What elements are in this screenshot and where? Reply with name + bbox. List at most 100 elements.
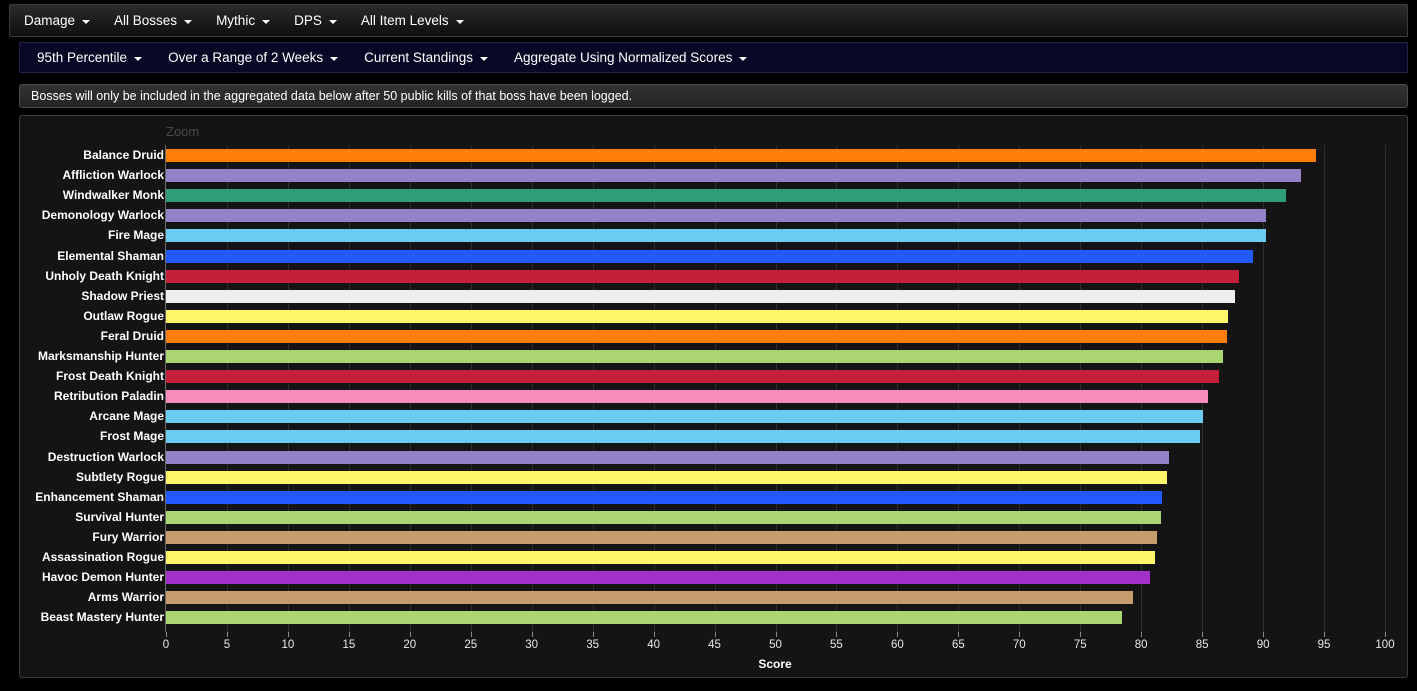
- nav-standings[interactable]: Current Standings: [351, 43, 501, 72]
- x-axis-tick-label: 90: [1256, 639, 1270, 651]
- x-axis-tick: [1324, 632, 1326, 637]
- chart-row: Balance Druid: [20, 146, 1407, 166]
- spec-bar[interactable]: [166, 591, 1133, 605]
- spec-bar[interactable]: [166, 450, 1170, 464]
- spec-bar[interactable]: [166, 229, 1266, 243]
- notice-banner: Bosses will only be included in the aggr…: [19, 84, 1408, 108]
- nav-metric-damage[interactable]: Damage: [10, 5, 102, 36]
- x-axis-tick-label: 10: [281, 639, 295, 651]
- spec-bar[interactable]: [166, 571, 1150, 585]
- spec-label: Unholy Death Knight: [45, 268, 164, 283]
- nav-item-label: Damage: [24, 13, 76, 28]
- spec-bar[interactable]: [166, 430, 1200, 444]
- x-axis-tick: [836, 632, 838, 637]
- spec-label: Arms Warrior: [87, 590, 164, 605]
- spec-label: Arcane Mage: [89, 409, 164, 424]
- spec-bar[interactable]: [166, 470, 1167, 484]
- chart-row: Beast Mastery Hunter: [20, 608, 1407, 628]
- spec-label: Enhancement Shaman: [35, 489, 164, 504]
- nav-item-label: Current Standings: [364, 50, 473, 65]
- chevron-down-icon: [739, 56, 748, 61]
- spec-label: Frost Death Knight: [56, 369, 164, 384]
- chart-row: Elemental Shaman: [20, 247, 1407, 267]
- x-axis-tick-label: 5: [223, 639, 231, 651]
- spec-bar[interactable]: [166, 490, 1162, 504]
- spec-bar[interactable]: [166, 309, 1228, 323]
- chart-row: Enhancement Shaman: [20, 488, 1407, 508]
- nav-difficulty[interactable]: Mythic: [204, 5, 282, 36]
- spec-label: Fury Warrior: [92, 529, 164, 544]
- spec-bar[interactable]: [166, 149, 1316, 162]
- spec-bar[interactable]: [166, 390, 1209, 404]
- chevron-down-icon: [184, 19, 193, 24]
- x-axis-tick-label: 60: [890, 639, 904, 651]
- chevron-down-icon: [82, 19, 91, 24]
- bar-chart-plot: Score 0 5 10 15 20 25 30 35 40 45 50 55 60 65 70 75 80 85…: [20, 116, 1407, 677]
- spec-label: Affliction Warlock: [62, 168, 164, 183]
- x-axis-tick: [531, 632, 533, 637]
- x-axis-tick-label: 40: [647, 639, 660, 651]
- x-axis-tick: [1202, 632, 1204, 637]
- chart-row: Fire Mage: [20, 226, 1407, 246]
- x-axis-tick: [166, 632, 167, 637]
- spec-bar[interactable]: [166, 551, 1155, 564]
- spec-bar[interactable]: [166, 249, 1254, 263]
- spec-bar[interactable]: [166, 169, 1301, 183]
- nav-item-label: All Item Levels: [360, 13, 449, 28]
- spec-label: Destruction Warlock: [47, 449, 164, 464]
- chart-row: Demonology Warlock: [20, 206, 1407, 226]
- nav-item-level[interactable]: All Item Levels: [349, 5, 476, 36]
- spec-bar[interactable]: [166, 189, 1287, 203]
- spec-label: Survival Hunter: [75, 509, 164, 524]
- spec-label: Frost Mage: [99, 429, 164, 444]
- x-axis-tick-label: 50: [769, 639, 782, 651]
- spec-bar[interactable]: [166, 350, 1223, 363]
- x-axis-tick-label: 75: [1073, 639, 1087, 651]
- spec-label: Beast Mastery Hunter: [40, 610, 164, 625]
- nav-percentile[interactable]: 95th Percentile: [20, 43, 155, 72]
- notice-text: Bosses will only be included in the aggr…: [31, 89, 633, 103]
- spec-label: Outlaw Rogue: [83, 308, 164, 323]
- spec-bar[interactable]: [166, 209, 1266, 223]
- chevron-down-icon: [262, 19, 271, 24]
- chart-row: Retribution Paladin: [20, 387, 1407, 407]
- spec-label: Assassination Rogue: [41, 550, 164, 564]
- spec-bar[interactable]: [166, 510, 1161, 524]
- x-axis-tick-label: 80: [1134, 639, 1148, 651]
- spec-label: Elemental Shaman: [57, 248, 164, 263]
- chart-row: Feral Druid: [20, 327, 1407, 347]
- chevron-down-icon: [134, 56, 143, 61]
- spec-bar[interactable]: [166, 329, 1227, 343]
- chart-row: Fury Warrior: [20, 528, 1407, 548]
- chart-row: Marksmanship Hunter: [20, 347, 1407, 367]
- spec-label: Subtlety Rogue: [75, 469, 164, 484]
- chart-row: Affliction Warlock: [20, 166, 1407, 186]
- x-axis-tick-label: 65: [951, 639, 965, 651]
- nav-time-range[interactable]: Over a Range of 2 Weeks: [155, 43, 351, 72]
- nav-role[interactable]: DPS: [282, 5, 349, 36]
- x-axis-tick: [1385, 632, 1386, 637]
- spec-bar[interactable]: [166, 611, 1122, 625]
- x-axis-tick-label: 30: [525, 639, 539, 651]
- spec-bar[interactable]: [166, 370, 1220, 384]
- spec-bar[interactable]: [166, 410, 1204, 424]
- nav-boss-filter[interactable]: All Bosses: [102, 5, 204, 36]
- x-axis-tick: [592, 632, 594, 637]
- chart-row: Outlaw Rogue: [20, 307, 1407, 327]
- spec-bar[interactable]: [166, 269, 1239, 283]
- x-axis-tick: [226, 632, 228, 637]
- chart-row: Assassination Rogue: [20, 548, 1407, 568]
- nav-aggregation[interactable]: Aggregate Using Normalized Scores: [501, 43, 760, 72]
- x-axis-tick-label: 100: [1375, 639, 1395, 651]
- x-axis-tick: [897, 632, 899, 637]
- spec-bar[interactable]: [166, 289, 1236, 303]
- x-axis-tick: [1141, 632, 1143, 637]
- x-axis-tick: [714, 632, 716, 637]
- spec-bar[interactable]: [166, 530, 1158, 544]
- nav-item-label: All Bosses: [114, 13, 178, 28]
- chart-row: Arms Warrior: [20, 588, 1407, 608]
- chart-row: Destruction Warlock: [20, 448, 1407, 468]
- x-axis-tick-label: 70: [1012, 639, 1026, 651]
- chart-row: Windwalker Monk: [20, 186, 1407, 206]
- primary-navigation-bar: Damage All Bosses Mythic DPS All Item Levels: [9, 4, 1408, 37]
